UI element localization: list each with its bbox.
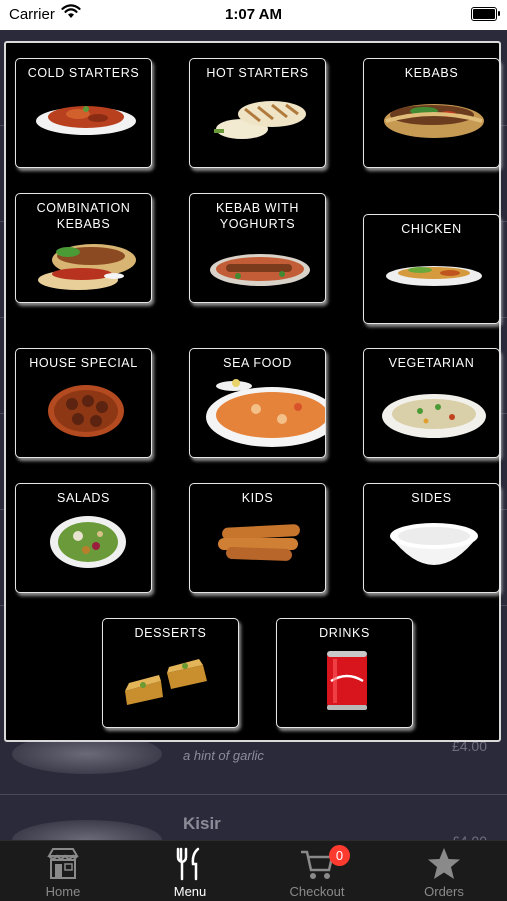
fork-knife-icon [176,847,200,881]
tab-label: Checkout [289,884,345,899]
category-combination-kebabs[interactable]: COMBINATION KEBABS [15,193,152,303]
category-drinks[interactable]: DRINKS [276,618,413,728]
store-icon [47,848,79,879]
kebabs-image [384,104,484,138]
item-description: a hint of garlic [183,748,264,763]
cold-starters-image [36,106,136,135]
salads-image [50,516,126,568]
house-special-image [48,385,124,437]
clock: 1:07 AM [225,6,282,23]
combination-kebabs-image [38,244,136,290]
category-kebab-with-yoghurts[interactable]: KEBAB WITH YOGHURTS [189,193,326,303]
category-cold-starters[interactable]: COLD STARTERS [15,58,152,168]
tab-checkout[interactable]: 0 Checkout [254,841,380,901]
vegetarian-image [382,394,486,438]
tab-bar: Home Menu 0 Checkout Orders [0,840,507,901]
battery-icon [471,7,500,21]
category-chicken[interactable]: CHICKEN [363,214,500,324]
category-sea-food[interactable]: SEA FOOD [189,348,326,458]
star-icon [428,848,460,879]
category-kids[interactable]: KIDS [189,483,326,593]
tab-home[interactable]: Home [0,841,126,901]
status-bar: Carrier 1:07 AM [0,0,507,30]
category-hot-starters[interactable]: HOT STARTERS [189,58,326,168]
kids-image [218,524,300,561]
sides-image [390,523,478,565]
tab-label: Orders [424,884,464,899]
list-item[interactable]: Kisir £4.00 [0,795,507,860]
category-kebabs[interactable]: KEBABS [363,58,500,168]
category-vegetarian[interactable]: VEGETARIAN [363,348,500,458]
desserts-image [125,659,207,705]
hot-starters-image [214,101,306,139]
kebab-with-yoghurts-image [210,254,310,286]
chicken-image [386,266,482,286]
sea-food-image [206,379,325,447]
cart-count-badge: 0 [329,845,350,866]
drinks-image [327,651,367,710]
category-house-special[interactable]: HOUSE SPECIAL [15,348,152,458]
category-salads[interactable]: SALADS [15,483,152,593]
tab-orders[interactable]: Orders [381,841,507,901]
category-sides[interactable]: SIDES [363,483,500,593]
tab-label: Menu [173,884,207,899]
category-menu-popup: COLD STARTERS HOT STARTERS KEBABS COMBIN… [4,41,501,742]
item-name: Kisir [183,814,221,833]
tab-label: Home [45,884,81,899]
tab-menu[interactable]: Menu [127,841,253,901]
category-desserts[interactable]: DESSERTS [102,618,239,728]
